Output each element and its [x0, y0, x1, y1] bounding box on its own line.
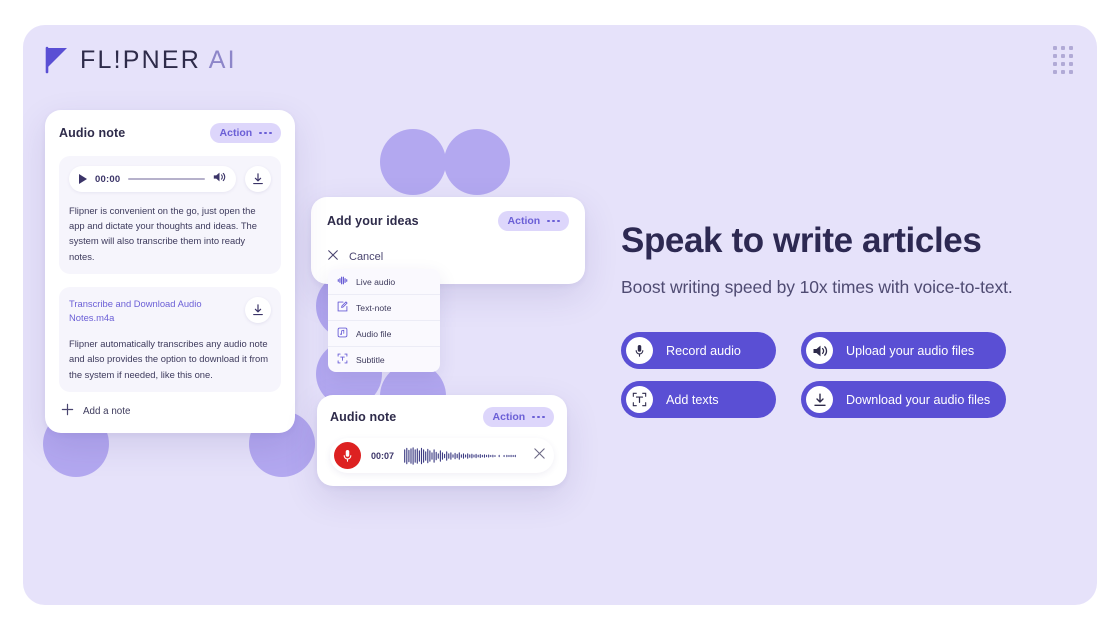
button-label: Upload your audio files	[846, 343, 975, 358]
record-audio-button[interactable]: Record audio	[621, 332, 776, 370]
screenshot-root: FL!PNER AI Audio note Action 00:00 Flipn…	[0, 0, 1120, 630]
app-panel: FL!PNER AI Audio note Action 00:00 Flipn…	[23, 25, 1097, 605]
hero-section: Speak to write articles Boost writing sp…	[621, 221, 1051, 419]
card-header: Add your ideas Action	[327, 211, 569, 231]
action-button[interactable]: Action	[209, 123, 281, 143]
menu-item-label: Subtitle	[356, 354, 385, 365]
menu-item-label: Audio file	[356, 328, 392, 339]
waveform-icon	[404, 446, 523, 466]
microphone-icon[interactable]	[334, 442, 361, 469]
attachment-row: Transcribe and Download Audio Notes.m4a	[69, 296, 271, 325]
card-title: Add your ideas	[327, 214, 419, 228]
card-title: Audio note	[59, 126, 126, 140]
subtitle-icon	[337, 353, 348, 366]
close-icon	[327, 248, 339, 266]
decorative-circle	[444, 129, 510, 195]
audio-player: 00:00	[69, 166, 271, 192]
action-label: Action	[507, 215, 541, 227]
cancel-label: Cancel	[349, 251, 384, 263]
card-header: Audio note Action	[330, 407, 554, 427]
flag-mark-icon	[45, 46, 69, 74]
hero-actions: Record audio Upload your audio files Add…	[621, 332, 1051, 419]
button-label: Record audio	[666, 343, 741, 358]
brand-name: FL!PNER AI	[80, 45, 237, 74]
action-button[interactable]: Action	[482, 407, 554, 427]
button-label: Download your audio files	[846, 392, 991, 407]
add-a-note-label: Add a note	[83, 406, 131, 418]
card-header: Audio note Action	[59, 123, 281, 143]
download-icon	[806, 386, 833, 414]
download-icon[interactable]	[245, 166, 271, 192]
attachment-block: Transcribe and Download Audio Notes.m4a …	[59, 286, 281, 392]
download-audio-button[interactable]: Download your audio files	[801, 381, 1006, 419]
page-subtitle: Boost writing speed by 10x times with vo…	[621, 277, 1013, 298]
text-select-icon	[626, 386, 653, 414]
live-audio-icon	[337, 275, 348, 288]
menu-item-live-audio[interactable]: Live audio	[328, 269, 440, 295]
attachment-description: Flipner automatically transcribes any au…	[69, 338, 269, 380]
seek-bar[interactable]	[128, 177, 205, 181]
page-title: Speak to write articles	[621, 221, 982, 260]
player-time: 00:00	[95, 173, 121, 185]
upload-audio-button[interactable]: Upload your audio files	[801, 332, 1006, 370]
add-ideas-menu: Live audio Text-note Audio file Subtitle	[328, 269, 440, 372]
brand-logo[interactable]: FL!PNER AI	[45, 46, 237, 75]
audio-note-description: Flipner is convenient on the go, just op…	[69, 205, 257, 262]
text-note-icon	[337, 301, 348, 314]
action-label: Action	[219, 127, 253, 139]
audio-note-card: Audio note Action 00:00 Flipner is conve…	[45, 110, 295, 433]
audio-note-body: 00:00 Flipner is convenient on the go, j…	[59, 156, 281, 274]
recording-card: Audio note Action 00:07	[317, 395, 567, 486]
download-icon[interactable]	[245, 296, 271, 323]
menu-item-label: Live audio	[356, 276, 396, 287]
action-label: Action	[492, 411, 526, 423]
more-options-icon[interactable]	[532, 415, 545, 419]
app-header: FL!PNER AI	[23, 25, 1097, 95]
more-options-icon[interactable]	[259, 131, 272, 135]
volume-icon	[806, 337, 833, 365]
add-texts-button[interactable]: Add texts	[621, 381, 776, 419]
plus-icon	[61, 403, 74, 421]
menu-item-label: Text-note	[356, 302, 392, 313]
microphone-icon	[626, 337, 653, 365]
card-title: Audio note	[330, 410, 397, 424]
menu-item-audio-file[interactable]: Audio file	[328, 321, 440, 347]
recording-time: 00:07	[371, 450, 395, 461]
play-icon[interactable]	[79, 174, 87, 184]
close-icon[interactable]	[533, 447, 546, 465]
decorative-circle	[380, 129, 446, 195]
more-options-icon[interactable]	[547, 219, 560, 223]
action-button[interactable]: Action	[497, 211, 569, 231]
player-controls: 00:00	[69, 166, 236, 192]
volume-icon[interactable]	[213, 170, 226, 188]
attachment-file-name[interactable]: Transcribe and Download Audio Notes.m4a	[69, 297, 237, 325]
add-a-note-button[interactable]: Add a note	[59, 392, 281, 433]
apps-grid-icon[interactable]	[1051, 44, 1075, 76]
add-ideas-card: Add your ideas Action Cancel Live audio …	[311, 197, 585, 372]
menu-item-subtitle[interactable]: Subtitle	[328, 347, 440, 372]
recorder-bar: 00:07	[330, 438, 554, 473]
audio-file-icon	[337, 327, 348, 340]
cancel-button[interactable]: Cancel	[327, 248, 569, 266]
menu-item-text-note[interactable]: Text-note	[328, 295, 440, 321]
button-label: Add texts	[666, 392, 719, 407]
